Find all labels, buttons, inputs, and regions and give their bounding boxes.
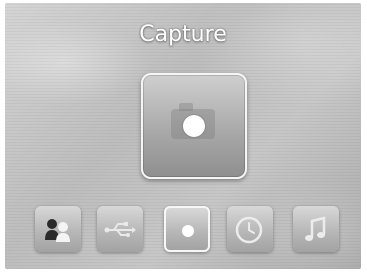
current-mode-tile[interactable] — [141, 73, 247, 179]
capture-icon — [183, 115, 205, 137]
page-title: Capture — [139, 22, 227, 47]
dock-item-capture[interactable] — [164, 206, 210, 252]
dock-item-clock[interactable] — [227, 206, 273, 252]
usb-icon — [104, 222, 136, 237]
dock-item-users[interactable] — [35, 206, 81, 252]
screen-frame: Capture — [5, 3, 361, 269]
capture-icon — [182, 225, 194, 237]
dock-item-usb[interactable] — [97, 206, 143, 252]
users-icon — [45, 219, 70, 242]
clock-icon — [235, 216, 263, 244]
mode-dock — [29, 206, 353, 253]
music-note-icon — [305, 216, 326, 241]
dock-item-music[interactable] — [293, 206, 339, 252]
